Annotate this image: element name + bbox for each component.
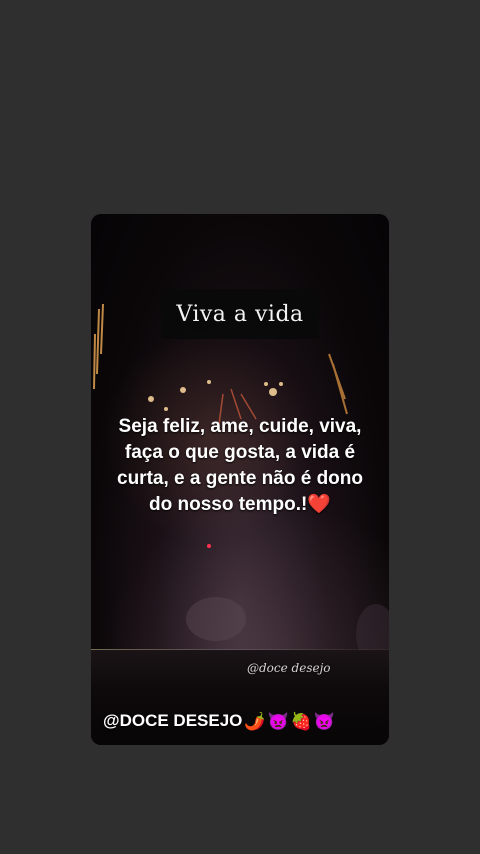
strawberry-emoji: 🍓 (290, 711, 312, 731)
story-card: Viva a vida Seja feliz, ame, cuide, viva… (91, 214, 389, 745)
story-title: Viva a vida (176, 301, 304, 327)
title-banner: Viva a vida (161, 289, 319, 339)
watermark-handle: @doce desejo (247, 661, 331, 675)
quote-text-block: Seja feliz, ame, cuide, viva, faça o que… (105, 414, 375, 518)
footer-handle: @DOCE DESEJO (103, 711, 243, 730)
devil-face-emoji-2: 👿 (313, 711, 336, 731)
devil-face-emoji: 👿 (267, 711, 289, 731)
chili-pepper-emoji: 🌶️ (244, 711, 266, 731)
heart-emoji: ❤️ (307, 494, 331, 515)
footer-signature: @DOCE DESEJO 🌶️ 👿 🍓 👿 (103, 711, 335, 731)
